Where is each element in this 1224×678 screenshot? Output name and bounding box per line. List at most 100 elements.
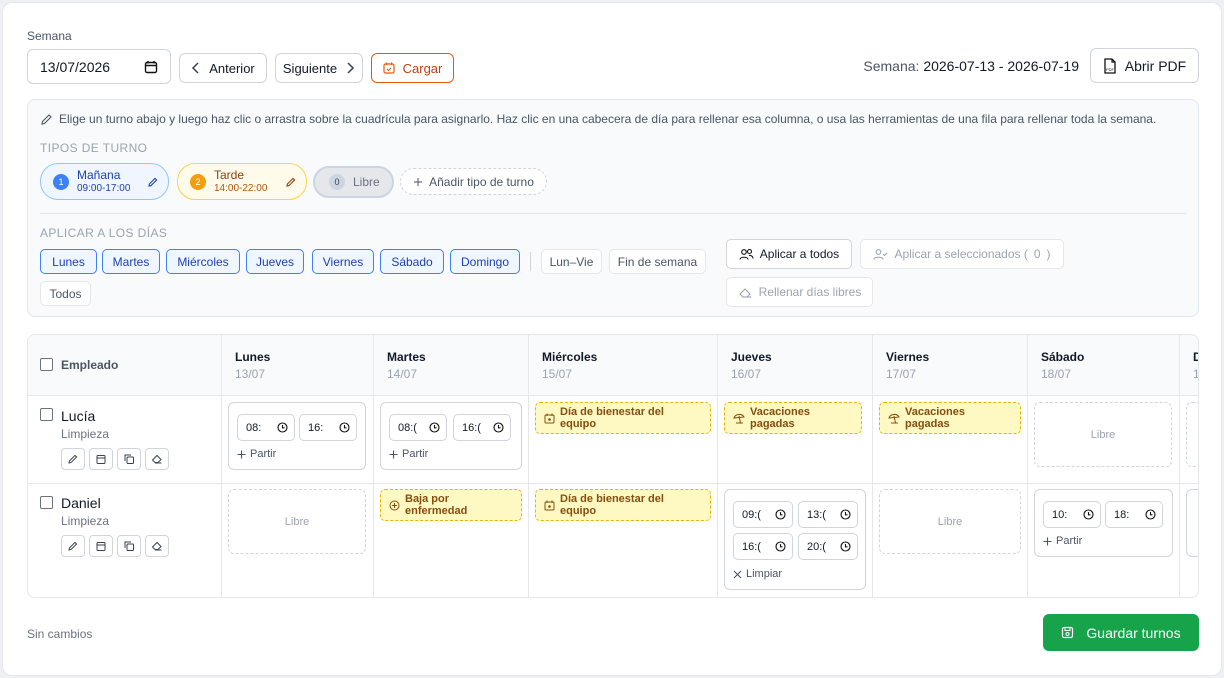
start-time-input[interactable]: 09:( xyxy=(733,501,793,528)
start-time-input[interactable]: 16:( xyxy=(733,533,793,560)
column-divider xyxy=(872,335,873,597)
week-range-prefix: Semana: xyxy=(863,58,920,74)
pdf-file-icon: PDF xyxy=(1103,57,1117,74)
beach-umbrella-icon xyxy=(733,412,745,424)
clock-icon xyxy=(277,422,288,433)
shift-cell[interactable] xyxy=(1186,489,1198,557)
add-shift-type-button[interactable]: Añadir tipo de turno xyxy=(400,168,547,195)
start-time-input[interactable]: 10: xyxy=(1043,501,1101,528)
split-button[interactable]: Partir xyxy=(1043,535,1082,547)
row-paint-button[interactable] xyxy=(61,535,85,557)
previous-week-button[interactable]: Anterior xyxy=(179,53,267,83)
day-toggle-lunes[interactable]: Lunes xyxy=(40,249,97,274)
preset-all[interactable]: Todos xyxy=(40,281,91,306)
free-cell[interactable] xyxy=(1186,402,1198,467)
column-divider xyxy=(1179,335,1180,597)
row-copy-button[interactable] xyxy=(117,448,141,470)
day-toggle-viernes[interactable]: Viernes xyxy=(312,249,374,274)
edit-pencil-icon[interactable] xyxy=(285,176,297,188)
start-time-input[interactable]: 08:( xyxy=(389,414,447,441)
select-all-checkbox[interactable] xyxy=(40,358,53,371)
next-week-button[interactable]: Siguiente xyxy=(275,53,363,83)
day-toggle-domingo[interactable]: Domingo xyxy=(450,249,520,274)
week-date-input[interactable]: 13/07/2026 xyxy=(27,49,171,84)
shift-cell[interactable]: 08: 16: Partir xyxy=(228,402,366,470)
clock-icon xyxy=(493,422,504,433)
end-time-input[interactable]: 18: xyxy=(1105,501,1163,528)
day-toggle-miercoles[interactable]: Miércoles xyxy=(166,249,240,274)
apply-all-button[interactable]: Aplicar a todos xyxy=(726,239,852,269)
clear-split-button[interactable]: Limpiar xyxy=(733,568,782,580)
apply-days-title: APLICAR A LOS DÍAS xyxy=(40,226,168,240)
row-clear-button[interactable] xyxy=(145,448,169,470)
end-time-input[interactable]: 16:( xyxy=(453,414,511,441)
employee-header: Empleado xyxy=(61,358,119,372)
edit-pencil-icon[interactable] xyxy=(147,176,159,188)
absence-badge[interactable]: Día de bienestar del equipo xyxy=(535,402,711,434)
time-value: 16: xyxy=(308,421,324,434)
grid-header xyxy=(28,335,1198,396)
absence-badge[interactable]: Día de bienestar del equipo xyxy=(535,489,711,521)
free-cell[interactable]: Libre xyxy=(879,489,1021,554)
open-pdf-button[interactable]: PDF Abrir PDF xyxy=(1090,48,1199,83)
day-header-lunes[interactable]: Lunes 13/07 xyxy=(235,350,270,381)
load-button[interactable]: Cargar xyxy=(371,53,454,83)
day-header-viernes[interactable]: Viernes 17/07 xyxy=(886,350,929,381)
fill-free-days-button[interactable]: Rellenar días libres xyxy=(726,277,873,307)
calendar-load-icon xyxy=(383,62,395,74)
absence-badge[interactable]: Baja por enfermedad xyxy=(380,489,522,521)
free-cell[interactable]: Libre xyxy=(228,489,366,554)
split-button[interactable]: Partir xyxy=(389,448,428,460)
heart-calendar-icon xyxy=(544,500,555,511)
calendar-icon[interactable] xyxy=(144,60,158,74)
day-date: 16/07 xyxy=(731,367,762,381)
start-time-input[interactable]: 08: xyxy=(237,414,295,441)
free-cell[interactable]: Libre xyxy=(1034,402,1172,467)
day-toggle-jueves[interactable]: Jueves xyxy=(246,249,304,274)
day-header-sabado[interactable]: Sábado 18/07 xyxy=(1041,350,1084,381)
plus-icon xyxy=(389,450,398,459)
preset-weekdays[interactable]: Lun–Vie xyxy=(541,249,602,274)
row-checkbox[interactable] xyxy=(40,408,53,421)
day-header-jueves[interactable]: Jueves 16/07 xyxy=(731,350,772,381)
end-time-input[interactable]: 16: xyxy=(299,414,357,441)
row-calendar-button[interactable] xyxy=(89,448,113,470)
row-calendar-button[interactable] xyxy=(89,535,113,557)
shift-type-afternoon[interactable]: 2 Tarde 14:00-22:00 xyxy=(177,163,307,200)
day-date: 14/07 xyxy=(387,367,418,381)
absence-badge[interactable]: Vacaciones pagadas xyxy=(879,402,1021,434)
previous-label: Anterior xyxy=(209,60,255,76)
apply-selected-button[interactable]: Aplicar a seleccionados ( 0 ) xyxy=(860,239,1064,269)
day-toggle-martes[interactable]: Martes xyxy=(102,249,160,274)
day-toggle-sabado[interactable]: Sábado xyxy=(380,249,444,274)
end-time-input[interactable]: 20:( xyxy=(798,533,858,560)
shift-type-free[interactable]: 0 Libre xyxy=(313,166,394,198)
shift-cell[interactable]: 08:( 16:( Partir xyxy=(380,402,522,470)
day-header-domingo[interactable]: D1 xyxy=(1193,350,1198,381)
row-copy-button[interactable] xyxy=(117,535,141,557)
shift-type-number: 2 xyxy=(190,173,206,190)
apply-all-label: Aplicar a todos xyxy=(759,247,840,261)
row-clear-button[interactable] xyxy=(145,535,169,557)
absence-badge[interactable]: Vacaciones pagadas xyxy=(724,402,862,434)
shift-types-title: TIPOS DE TURNO xyxy=(40,141,148,155)
shift-type-name: Tarde xyxy=(214,167,245,182)
user-check-icon xyxy=(873,248,888,261)
clock-icon xyxy=(429,422,440,433)
shift-cell[interactable]: 10: 18: Partir xyxy=(1034,489,1173,557)
save-shifts-button[interactable]: Guardar turnos xyxy=(1043,614,1199,651)
end-time-input[interactable]: 13:( xyxy=(798,501,858,528)
row-checkbox[interactable] xyxy=(40,496,53,509)
time-value: 08: xyxy=(246,421,262,434)
preset-weekend[interactable]: Fin de semana xyxy=(609,249,706,274)
split-shift-cell[interactable]: 09:( 13:( 16:( 20:( Limpiar xyxy=(724,489,866,590)
split-button[interactable]: Partir xyxy=(237,448,276,460)
day-header-martes[interactable]: Martes 14/07 xyxy=(387,350,426,381)
clock-icon xyxy=(1145,509,1156,520)
day-header-miercoles[interactable]: Miércoles 15/07 xyxy=(542,350,597,381)
time-value: 08:( xyxy=(398,421,417,434)
absence-label: Vacaciones pagadas xyxy=(905,406,965,430)
clock-icon xyxy=(840,509,851,520)
shift-type-morning[interactable]: 1 Mañana 09:00-17:00 xyxy=(40,163,169,200)
row-paint-button[interactable] xyxy=(61,448,85,470)
